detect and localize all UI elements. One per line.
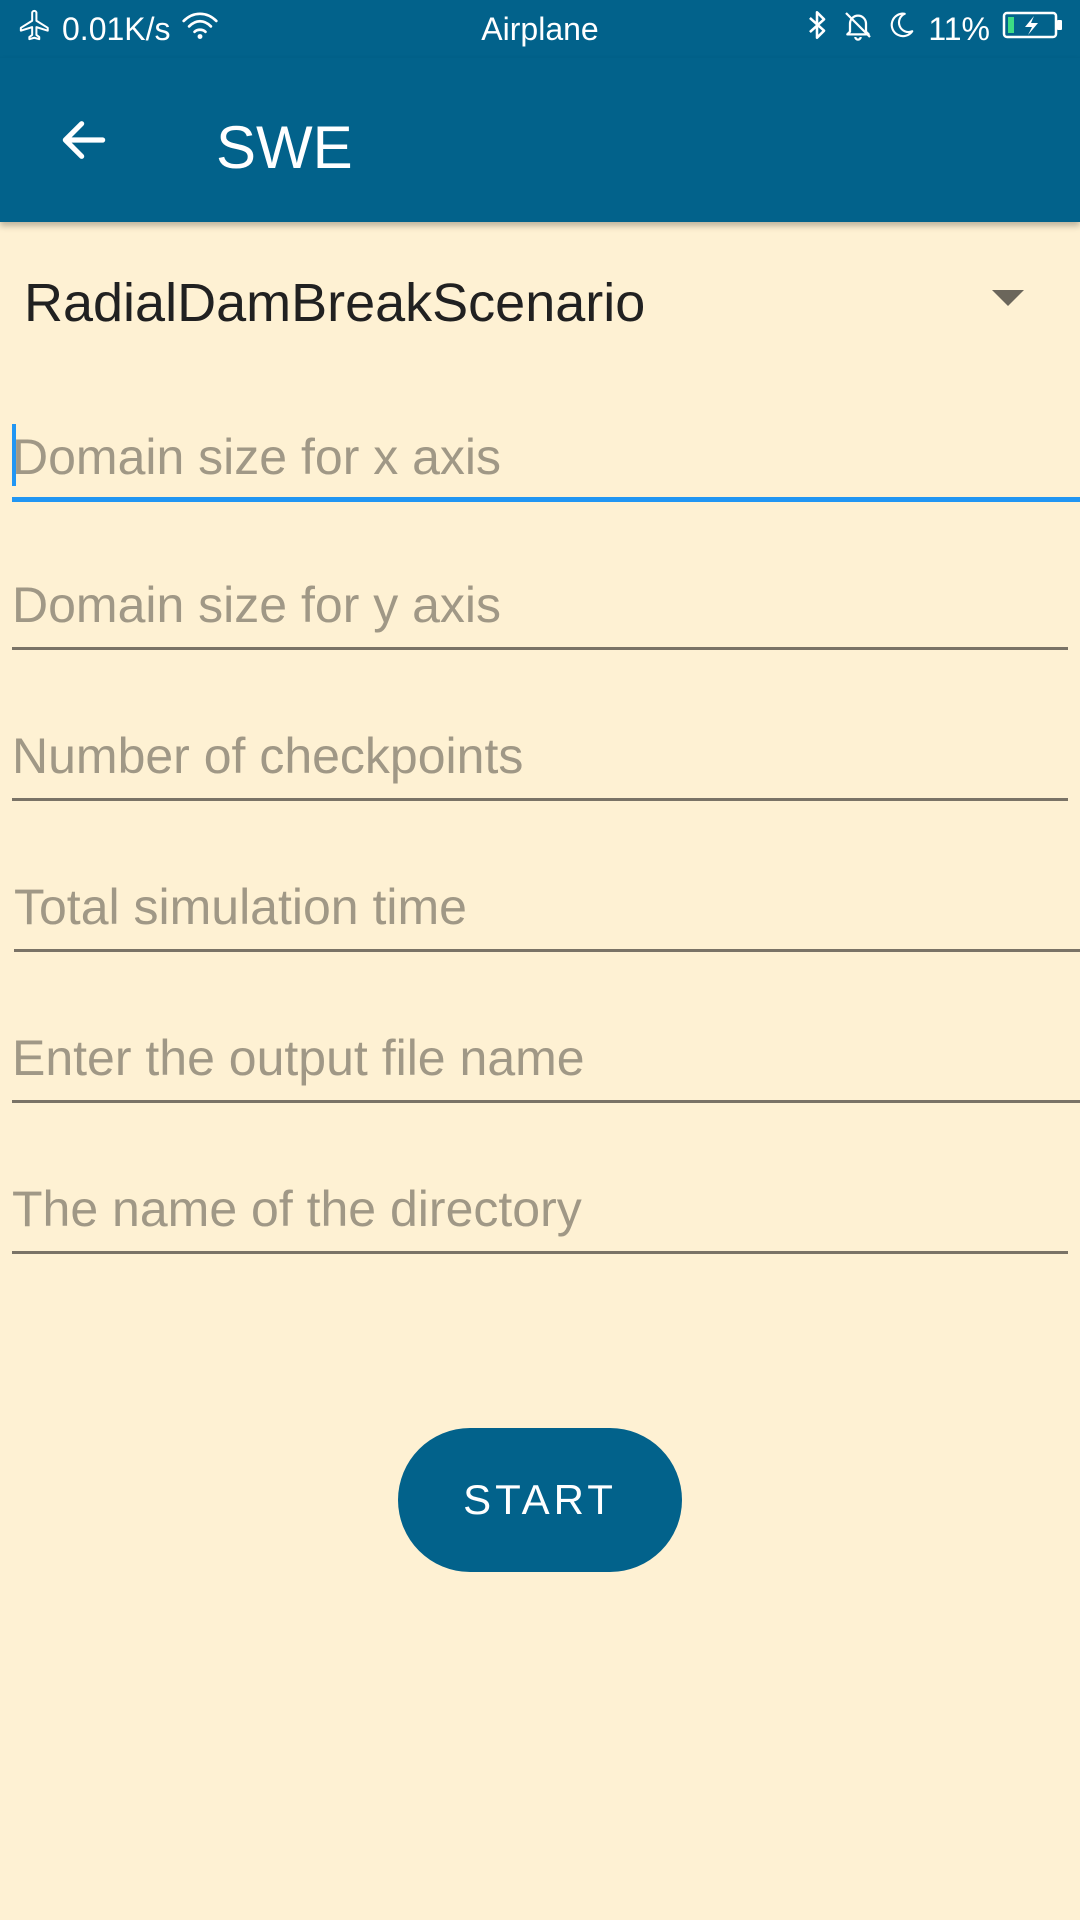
domain-x-field[interactable]: [12, 412, 1080, 502]
battery-percent: 11%: [928, 10, 990, 47]
scenario-dropdown[interactable]: RadialDamBreakScenario: [0, 240, 1080, 366]
scenario-selected-value: RadialDamBreakScenario: [24, 273, 646, 333]
page-title: SWE: [216, 114, 353, 181]
domain-y-field[interactable]: [12, 560, 1068, 650]
status-bar: 0.01K/s Airplane 11%: [0, 0, 1080, 58]
output-file-underline: [12, 1100, 1080, 1103]
domain-y-input[interactable]: [12, 560, 1068, 650]
app-bar: SWE: [0, 58, 1080, 222]
domain-x-input[interactable]: [12, 412, 1080, 502]
moon-icon: [886, 9, 916, 49]
status-right: 11%: [804, 8, 1064, 50]
directory-input[interactable]: [12, 1164, 1068, 1254]
dropdown-arrow-icon[interactable]: [992, 290, 1024, 313]
sim-time-underline: [14, 949, 1080, 952]
bell-off-icon: [842, 8, 874, 50]
checkpoints-field[interactable]: [12, 711, 1068, 801]
domain-x-underline: [12, 497, 1080, 502]
domain-y-underline: [12, 647, 1068, 650]
battery-charging-icon: [1002, 10, 1064, 48]
output-file-input[interactable]: [12, 1013, 1080, 1103]
arrow-back-icon: [56, 112, 112, 173]
checkpoints-input[interactable]: [12, 711, 1068, 801]
start-button[interactable]: START: [398, 1428, 682, 1572]
sim-time-input[interactable]: [14, 862, 1080, 952]
bluetooth-icon: [804, 8, 830, 50]
checkpoints-underline: [12, 798, 1068, 801]
sim-time-field[interactable]: [14, 862, 1080, 952]
text-cursor: [12, 424, 16, 486]
back-button[interactable]: [46, 104, 122, 180]
directory-underline: [12, 1251, 1068, 1254]
output-file-field[interactable]: [12, 1013, 1080, 1103]
directory-field[interactable]: [12, 1164, 1068, 1254]
